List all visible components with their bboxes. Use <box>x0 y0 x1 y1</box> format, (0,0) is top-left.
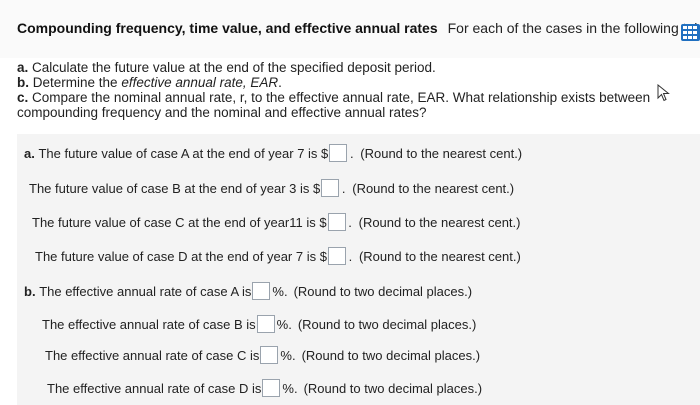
fv-label-b: The future value of case B at the end of… <box>29 180 321 196</box>
ear-hint-d: (Round to two decimal places.) <box>303 380 483 396</box>
row-prefix: b. <box>24 283 36 299</box>
ear-hint-a: (Round to two decimal places.) <box>293 283 473 299</box>
fv-label-a: The future value of case A at the end of… <box>38 145 329 161</box>
ear-suffix-b: %. <box>276 316 292 332</box>
ear-input-b[interactable] <box>256 315 275 333</box>
fv-hint-a: (Round to the nearest cent.) <box>360 145 523 161</box>
ear-row-c: The effective annual rate of case C is%.… <box>45 346 480 364</box>
instructions: a. Calculate the future value at the end… <box>17 60 657 120</box>
ear-label-c: The effective annual rate of case C is <box>45 347 260 363</box>
cursor-arrow-icon <box>657 84 670 102</box>
instruction-b-end: . <box>278 75 282 90</box>
fv-label-c: The future value of case C at the end of… <box>32 214 327 230</box>
fv-input-b[interactable] <box>321 179 340 197</box>
instruction-b-label: b. <box>17 75 29 90</box>
fv-input-c[interactable] <box>327 213 346 231</box>
instruction-c-line2: compounding frequency and the nominal an… <box>17 105 427 120</box>
instruction-c-line1: Compare the nominal annual rate, r, to t… <box>32 90 651 105</box>
ear-row-a: b. The effective annual rate of case A i… <box>24 282 472 300</box>
fv-label-d: The future value of case D at the end of… <box>35 248 327 264</box>
table-icon[interactable] <box>681 24 700 41</box>
instruction-a-label: a. <box>17 60 29 75</box>
ear-input-d[interactable] <box>262 379 281 397</box>
ear-row-b: The effective annual rate of case B is%.… <box>42 315 476 333</box>
fv-hint-d: (Round to the nearest cent.) <box>358 248 521 264</box>
fv-row-d: The future value of case D at the end of… <box>35 247 521 265</box>
ear-input-c[interactable] <box>260 346 279 364</box>
ear-label-a: The effective annual rate of case A is <box>39 283 252 299</box>
question-title: Compounding frequency, time value, and e… <box>17 20 700 36</box>
question-title-rest: For each of the cases in the following t… <box>447 20 700 36</box>
instruction-c-label: c. <box>17 90 29 105</box>
instruction-a: a. Calculate the future value at the end… <box>17 60 657 75</box>
ear-input-a[interactable] <box>252 282 271 300</box>
fv-row-b: The future value of case B at the end of… <box>29 179 515 197</box>
ear-suffix-d: %. <box>282 380 298 396</box>
fv-hint-b: (Round to the nearest cent.) <box>352 180 515 196</box>
instruction-c: c. Compare the nominal annual rate, r, t… <box>17 90 657 120</box>
ear-label-b: The effective annual rate of case B is <box>42 316 256 332</box>
ear-hint-c: (Round to two decimal places.) <box>301 347 481 363</box>
ear-label-d: The effective annual rate of case D is <box>47 380 262 396</box>
instruction-b: b. Determine the effective annual rate, … <box>17 75 657 90</box>
fv-hint-c: (Round to the nearest cent.) <box>358 214 521 230</box>
instruction-b-text: Determine the <box>32 75 122 90</box>
answer-panel: a. The future value of case A at the end… <box>17 134 700 405</box>
fv-row-c: The future value of case C at the end of… <box>32 213 521 231</box>
ear-row-d: The effective annual rate of case D is%.… <box>47 379 482 397</box>
ear-suffix-c: %. <box>280 347 296 363</box>
question-header: Compounding frequency, time value, and e… <box>0 0 700 58</box>
row-prefix: a. <box>24 145 35 161</box>
ear-suffix-a: %. <box>272 283 288 299</box>
fv-input-a[interactable] <box>329 144 348 162</box>
instruction-b-emphasis: effective annual rate, EAR <box>121 75 279 90</box>
question-title-bold: Compounding frequency, time value, and e… <box>17 20 438 36</box>
instruction-a-text: Calculate the future value at the end of… <box>32 60 436 75</box>
fv-row-a: a. The future value of case A at the end… <box>24 144 523 162</box>
fv-input-d[interactable] <box>327 247 346 265</box>
ear-hint-b: (Round to two decimal places.) <box>297 316 477 332</box>
